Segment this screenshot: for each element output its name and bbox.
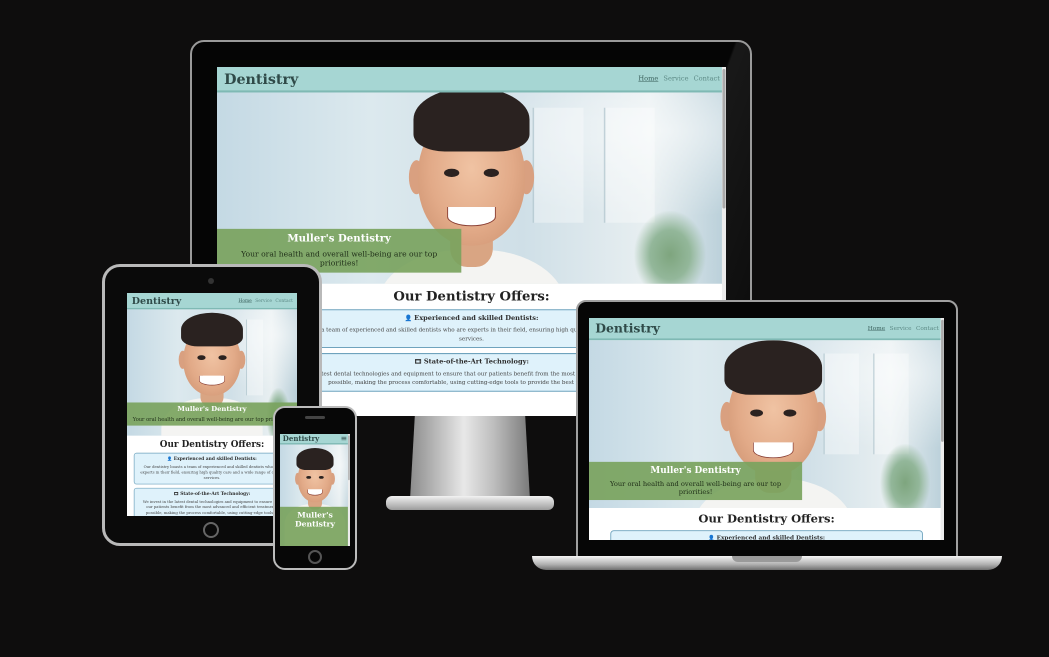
main-nav: Home Service Contact (868, 325, 939, 332)
monitor-stand-base (386, 496, 554, 510)
film-icon: 🎞 (414, 358, 422, 366)
main-nav: Home Service Contact (238, 298, 292, 303)
person-eye (306, 475, 312, 479)
phone-home-button[interactable] (308, 550, 322, 564)
offer-card-title: 👤Experienced and skilled Dentists: (167, 456, 257, 462)
hero-plant-decor (634, 211, 706, 284)
nav-home[interactable]: Home (638, 75, 658, 83)
main-nav: Home Service Contact (638, 75, 720, 83)
brand-logo[interactable]: Dentistry (595, 321, 660, 336)
brand-logo[interactable]: Dentistry (224, 70, 298, 87)
site-header: Dentistry Home Service Contact (589, 318, 944, 341)
film-icon: 🎞 (173, 491, 179, 496)
hero-banner: Muller's Dentistry (280, 444, 350, 546)
hero-caption: Muller's Dentistry (280, 506, 350, 546)
scrollbar-thumb[interactable] (941, 319, 944, 442)
laptop: Dentistry Home Service Contact Muller's … (532, 300, 1002, 574)
hero-tagline: Your oral health and overall well-being … (132, 416, 292, 423)
hero-title: Muller's Dentistry (287, 231, 391, 245)
hero-plant-decor (880, 444, 930, 509)
hero-banner: Muller's Dentistry Your oral health and … (127, 309, 297, 436)
tablet-camera (208, 278, 214, 284)
person-smile (447, 207, 496, 227)
laptop-notch (732, 556, 802, 562)
person-hair (724, 340, 823, 395)
person-icon: 👤 (167, 456, 173, 461)
offers-section: Our Dentistry Offers: 👤Experienced and s… (589, 508, 944, 540)
offer-card-text: We invest in the latest dental technolog… (142, 499, 281, 515)
hero-title: Muller's Dentistry (650, 464, 741, 476)
scrollbar-thumb[interactable] (348, 435, 350, 481)
scrollbar-thumb[interactable] (722, 69, 726, 209)
nav-contact[interactable]: Contact (275, 298, 293, 303)
tablet-screen: Dentistry Home Service Contact Muller's … (127, 293, 297, 516)
offer-card-title: 👤Experienced and skilled Dentists: (708, 534, 826, 540)
laptop-screen: Dentistry Home Service Contact Muller's … (589, 318, 944, 540)
nav-contact[interactable]: Contact (694, 75, 720, 83)
phone: Dentistry ≡ Muller's Dentistry (273, 406, 357, 570)
phone-speaker (305, 416, 325, 419)
offers-heading: Our Dentistry Offers: (698, 512, 835, 526)
hamburger-menu-icon[interactable]: ≡ (341, 434, 347, 443)
hero-banner: Muller's Dentistry Your oral health and … (217, 92, 726, 284)
offer-card-text: Our dentistry boasts a team of experienc… (140, 464, 284, 480)
nav-service[interactable]: Service (663, 75, 688, 83)
nav-home[interactable]: Home (868, 325, 885, 332)
nav-service[interactable]: Service (890, 325, 912, 332)
person-hair (296, 448, 334, 471)
offers-section: Our Dentistry Offers: 👤Experienced and s… (127, 436, 297, 516)
person-icon: 👤 (708, 534, 715, 540)
monitor-stand-neck (410, 416, 530, 500)
hero-title: Muller's Dentistry (177, 404, 247, 413)
site-header: Dentistry ≡ (280, 434, 350, 445)
scrollbar[interactable] (347, 434, 350, 546)
hero-window-decor (603, 107, 655, 223)
offers-heading: Our Dentistry Offers: (159, 439, 265, 450)
nav-home[interactable]: Home (238, 298, 251, 303)
phone-site: Dentistry ≡ Muller's Dentistry (280, 434, 350, 546)
hero-caption: Muller's Dentistry Your oral health and … (127, 402, 297, 426)
hero-banner: Muller's Dentistry Your oral health and … (589, 340, 944, 509)
offer-card: 🎞State-of-the-Art Technology: We invest … (133, 487, 291, 516)
person-icon: 👤 (404, 314, 413, 322)
person-eye (197, 355, 206, 360)
person-hair (413, 92, 530, 152)
tablet-home-button[interactable] (203, 522, 219, 538)
tablet-site: Dentistry Home Service Contact Muller's … (127, 293, 297, 516)
hero-tagline: Your oral health and overall well-being … (610, 479, 782, 496)
person-eye (218, 355, 227, 360)
scrollbar[interactable] (940, 318, 944, 540)
hero-window-decor (873, 353, 909, 455)
person-eye (750, 409, 763, 417)
hero-caption: Muller's Dentistry Your oral health and … (589, 461, 803, 501)
offer-card-title: 🎞State-of-the-Art Technology: (173, 491, 251, 497)
brand-logo[interactable]: Dentistry (132, 295, 182, 306)
hero-title: Muller's Dentistry (294, 510, 336, 529)
site-header: Dentistry Home Service Contact (127, 293, 297, 310)
offer-card: 👤Experienced and skilled Dentists: Our d… (133, 452, 291, 485)
nav-contact[interactable]: Contact (916, 325, 939, 332)
brand-logo[interactable]: Dentistry (283, 434, 319, 442)
laptop-site: Dentistry Home Service Contact Muller's … (589, 318, 944, 540)
person-hair (180, 312, 244, 347)
nav-service[interactable]: Service (255, 298, 272, 303)
site-header: Dentistry Home Service Contact (217, 67, 726, 93)
phone-screen: Dentistry ≡ Muller's Dentistry (280, 434, 350, 546)
offer-card: 👤Experienced and skilled Dentists: Our d… (610, 530, 923, 540)
